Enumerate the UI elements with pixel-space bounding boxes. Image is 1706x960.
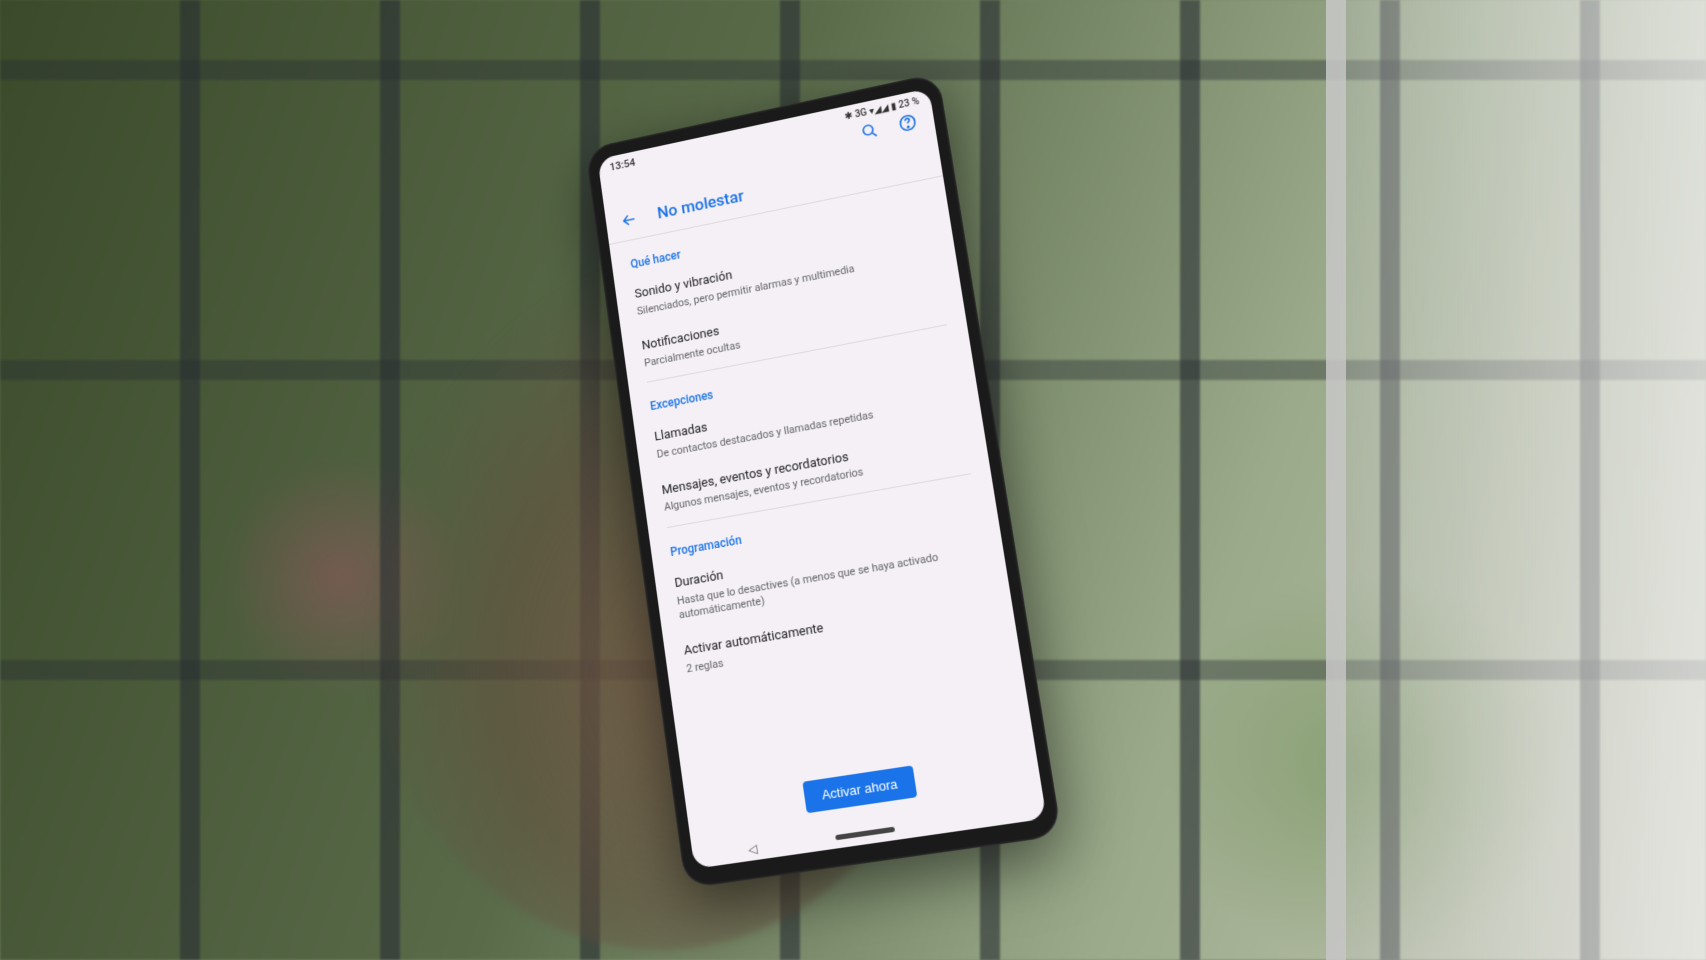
settings-content[interactable]: Qué hacer Sonido y vibración Silenciados… [609,176,1032,783]
search-icon[interactable] [857,118,881,143]
nav-back-icon[interactable]: ◁ [747,841,758,856]
nav-spacer [974,815,986,817]
help-icon[interactable] [895,110,919,135]
nav-home-pill[interactable] [835,826,895,840]
window-frame [1326,0,1706,960]
activate-now-button[interactable]: Activar ahora [802,765,918,813]
back-icon[interactable] [618,208,641,233]
